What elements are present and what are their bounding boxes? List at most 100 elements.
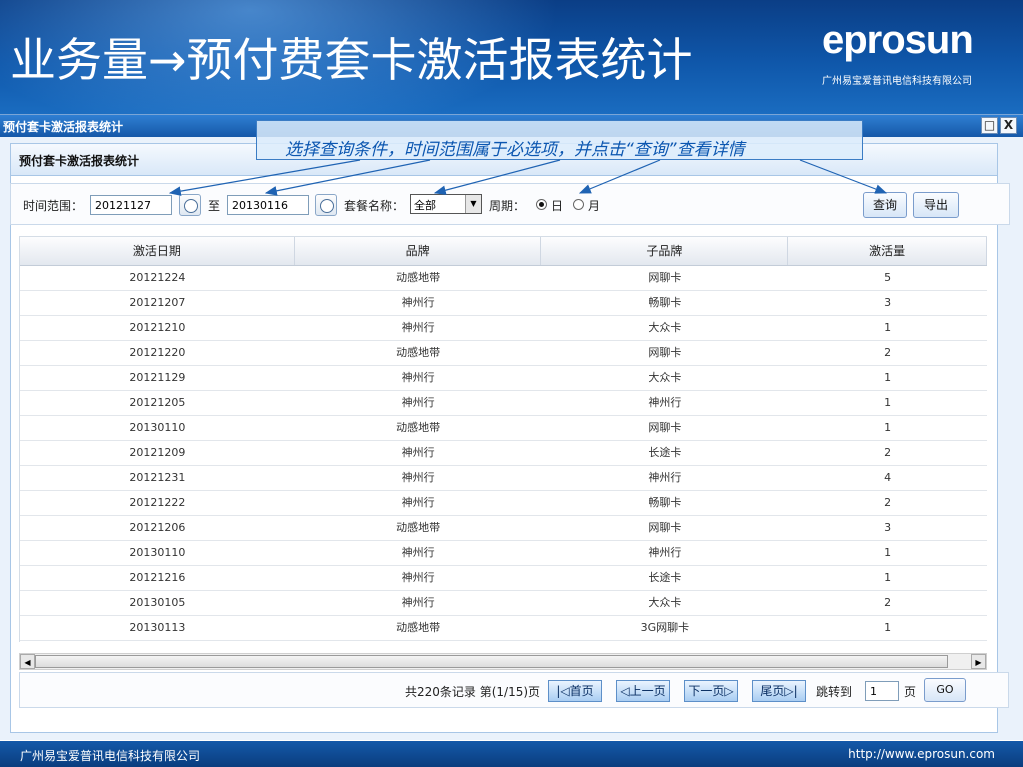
cell-count: 1 <box>884 621 892 634</box>
scroll-right-icon[interactable]: ▶ <box>971 654 986 669</box>
cell-sub-brand: 畅聊卡 <box>648 496 682 509</box>
column-header-brand[interactable]: 品牌 <box>295 237 542 265</box>
go-button[interactable]: GO <box>924 678 966 702</box>
cell-sub-brand: 网聊卡 <box>648 346 682 359</box>
table-row[interactable]: 20121207 神州行 畅聊卡 3 <box>20 291 987 316</box>
column-header-date[interactable]: 激活日期 <box>20 237 295 265</box>
cell-date: 20130105 <box>129 596 186 609</box>
cell-sub-brand: 长途卡 <box>648 446 682 459</box>
cell-sub-brand: 网聊卡 <box>648 271 682 284</box>
cell-date: 20121222 <box>129 496 186 509</box>
footer-url: http://www.eprosun.com <box>848 747 995 761</box>
cell-brand: 神州行 <box>401 471 435 484</box>
footer-company: 广州易宝爱普讯电信科技有限公司 <box>20 749 201 763</box>
slide-footer: 广州易宝爱普讯电信科技有限公司 http://www.eprosun.com <box>0 741 1023 767</box>
table-row[interactable]: 20121216 神州行 长途卡 1 <box>20 566 987 591</box>
panel-title: 预付套卡激活报表统计 <box>19 154 140 168</box>
day-radio-label: 日 <box>551 199 564 213</box>
cell-sub-brand: 大众卡 <box>648 321 682 334</box>
start-date-input[interactable] <box>90 195 172 215</box>
cell-brand: 神州行 <box>401 321 435 334</box>
cell-date: 20121210 <box>129 321 186 334</box>
cell-count: 3 <box>884 296 892 309</box>
cell-sub-brand: 大众卡 <box>648 371 682 384</box>
next-page-button[interactable]: 下一页▷ <box>684 680 738 702</box>
slide-title: 业务量→预付费套卡激活报表统计 <box>10 33 693 87</box>
start-date-picker-icon[interactable] <box>179 194 201 216</box>
callout-text: 选择查询条件，时间范围属于必选项，并点击“查询”查看详情 <box>285 140 745 160</box>
column-header-sub-brand[interactable]: 子品牌 <box>541 237 789 265</box>
cell-brand: 神州行 <box>401 371 435 384</box>
month-radio[interactable] <box>573 199 584 210</box>
close-button[interactable]: X <box>1000 117 1017 134</box>
cell-sub-brand: 网聊卡 <box>648 521 682 534</box>
cell-date: 20121207 <box>129 296 186 309</box>
table-row[interactable]: 20121222 神州行 畅聊卡 2 <box>20 491 987 516</box>
cell-brand: 动感地带 <box>396 346 441 359</box>
table-row[interactable]: 20130110 神州行 神州行 1 <box>20 541 987 566</box>
table-row[interactable]: 20121210 神州行 大众卡 1 <box>20 316 987 341</box>
record-summary: 共220条记录 第(1/15)页 <box>405 685 541 699</box>
prev-page-button[interactable]: ◁上一页 <box>616 680 670 702</box>
cell-brand: 动感地带 <box>396 421 441 434</box>
end-date-input[interactable] <box>227 195 309 215</box>
cell-date: 20121224 <box>129 271 186 284</box>
cell-count: 1 <box>884 571 892 584</box>
filter-bar: 时间范围： 至 套餐名称： 全部 ▼ 周期： 日 月 查询 导出 <box>10 183 1010 225</box>
cell-brand: 动感地带 <box>396 621 441 634</box>
table-row[interactable]: 20121129 神州行 大众卡 1 <box>20 366 987 391</box>
table-row[interactable]: 20121224 动感地带 网聊卡 5 <box>20 266 987 291</box>
cell-brand: 神州行 <box>401 396 435 409</box>
cell-brand: 动感地带 <box>396 271 441 284</box>
table-row[interactable]: 20121220 动感地带 网聊卡 2 <box>20 341 987 366</box>
cell-count: 1 <box>884 321 892 334</box>
column-header-count[interactable]: 激活量 <box>788 237 988 265</box>
last-page-button[interactable]: 尾页▷| <box>752 680 806 702</box>
cell-count: 2 <box>884 496 892 509</box>
chevron-down-icon: ▼ <box>465 195 481 213</box>
cell-count: 5 <box>884 271 892 284</box>
end-date-picker-icon[interactable] <box>315 194 337 216</box>
cell-brand: 神州行 <box>401 496 435 509</box>
cell-date: 20121209 <box>129 446 186 459</box>
day-radio[interactable] <box>536 199 547 210</box>
table-row[interactable]: 20121205 神州行 神州行 1 <box>20 391 987 416</box>
cell-count: 2 <box>884 596 892 609</box>
cell-date: 20121129 <box>129 371 186 384</box>
company-logo: eprosun <box>822 18 974 62</box>
instruction-callout: 选择查询条件，时间范围属于必选项，并点击“查询”查看详情 <box>256 120 863 160</box>
to-label: 至 <box>208 199 221 213</box>
table-row[interactable]: 20121231 神州行 神州行 4 <box>20 466 987 491</box>
cell-brand: 神州行 <box>401 546 435 559</box>
export-button[interactable]: 导出 <box>913 192 959 218</box>
jump-to-label: 跳转到 <box>816 685 853 699</box>
time-range-label: 时间范围： <box>23 199 84 213</box>
cell-count: 3 <box>884 521 892 534</box>
cell-brand: 神州行 <box>401 296 435 309</box>
report-table: 激活日期 品牌 子品牌 激活量 20121224 动感地带 网聊卡 5 20121207… <box>19 236 988 642</box>
cell-date: 20121220 <box>129 346 186 359</box>
slide-header: 业务量→预付费套卡激活报表统计 eprosun 广州易宝爱普讯电信科技有限公司 <box>0 0 1023 114</box>
table-row[interactable]: 20121209 神州行 长途卡 2 <box>20 441 987 466</box>
page-number-input[interactable] <box>865 681 899 701</box>
scrollbar-thumb[interactable] <box>35 655 948 668</box>
cell-sub-brand: 神州行 <box>648 471 682 484</box>
package-select[interactable]: 全部 ▼ <box>410 194 482 214</box>
cycle-label: 周期： <box>489 199 526 213</box>
package-select-value: 全部 <box>414 199 436 212</box>
cell-sub-brand: 长途卡 <box>648 571 682 584</box>
table-row[interactable]: 20130113 动感地带 3G网聊卡 1 <box>20 616 987 641</box>
scroll-left-icon[interactable]: ◀ <box>20 654 35 669</box>
query-button[interactable]: 查询 <box>863 192 907 218</box>
cell-date: 20121216 <box>129 571 186 584</box>
table-row[interactable]: 20130110 动感地带 网聊卡 1 <box>20 416 987 441</box>
maximize-button[interactable]: □ <box>981 117 998 134</box>
cell-count: 1 <box>884 421 892 434</box>
table-body: 20121224 动感地带 网聊卡 5 20121207 神州行 畅聊卡 3 20121210 神… <box>20 266 987 641</box>
table-row[interactable]: 20130105 神州行 大众卡 2 <box>20 591 987 616</box>
first-page-button[interactable]: |◁首页 <box>548 680 602 702</box>
table-row[interactable]: 20121206 动感地带 网聊卡 3 <box>20 516 987 541</box>
month-radio-label: 月 <box>588 199 601 213</box>
horizontal-scrollbar[interactable]: ◀ ▶ <box>19 653 987 670</box>
cell-sub-brand: 3G网聊卡 <box>640 621 690 634</box>
